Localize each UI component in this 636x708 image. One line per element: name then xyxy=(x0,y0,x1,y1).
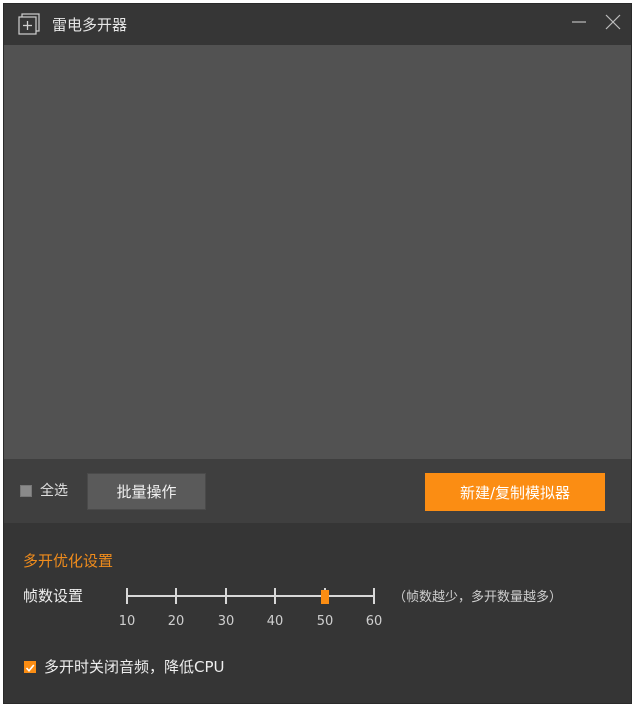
slider-track xyxy=(126,595,375,597)
fps-slider[interactable] xyxy=(126,587,375,605)
slider-tick xyxy=(225,588,227,604)
app-add-icon xyxy=(18,13,40,35)
slider-tick xyxy=(126,588,128,604)
slider-thumb[interactable] xyxy=(321,590,329,604)
checkmark-icon xyxy=(25,658,35,677)
fps-setting-label: 帧数设置 xyxy=(23,587,84,605)
new-copy-emulator-button[interactable]: 新建/复制模拟器 xyxy=(425,473,605,511)
minimize-icon xyxy=(571,14,587,34)
close-icon xyxy=(605,14,621,34)
section-title: 多开优化设置 xyxy=(23,552,114,570)
close-button[interactable] xyxy=(601,12,625,36)
fps-hint: （帧数越少，多开数量越多） xyxy=(393,590,563,605)
minimize-button[interactable] xyxy=(567,12,591,36)
select-all-checkbox[interactable] xyxy=(20,485,32,497)
multi-instance-manager-window: 雷电多开器 全选 批量操作 新建/复制模拟器 多开优化设置 帧数设置 10 20… xyxy=(3,3,632,704)
emulator-list-area xyxy=(4,45,631,459)
action-toolbar: 全选 批量操作 新建/复制模拟器 xyxy=(4,459,631,523)
batch-operation-button[interactable]: 批量操作 xyxy=(87,473,206,510)
mute-audio-label[interactable]: 多开时关闭音频，降低CPU xyxy=(44,657,225,677)
slider-tick-label: 10 xyxy=(118,614,136,629)
slider-tick xyxy=(175,588,177,604)
slider-tick-label: 60 xyxy=(365,614,383,629)
select-all-label[interactable]: 全选 xyxy=(40,482,68,500)
mute-audio-checkbox[interactable] xyxy=(24,661,36,673)
slider-tick-label: 20 xyxy=(167,614,185,629)
optimization-settings-panel: 多开优化设置 帧数设置 10 20 30 40 50 60 （帧数越少，多开数量越多） 多… xyxy=(4,523,631,703)
title-bar[interactable]: 雷电多开器 xyxy=(4,4,631,45)
window-title: 雷电多开器 xyxy=(52,16,128,34)
slider-tick xyxy=(274,588,276,604)
slider-tick-label: 50 xyxy=(316,614,334,629)
slider-tick-label: 40 xyxy=(266,614,284,629)
slider-tick xyxy=(373,588,375,604)
slider-tick-label: 30 xyxy=(217,614,235,629)
